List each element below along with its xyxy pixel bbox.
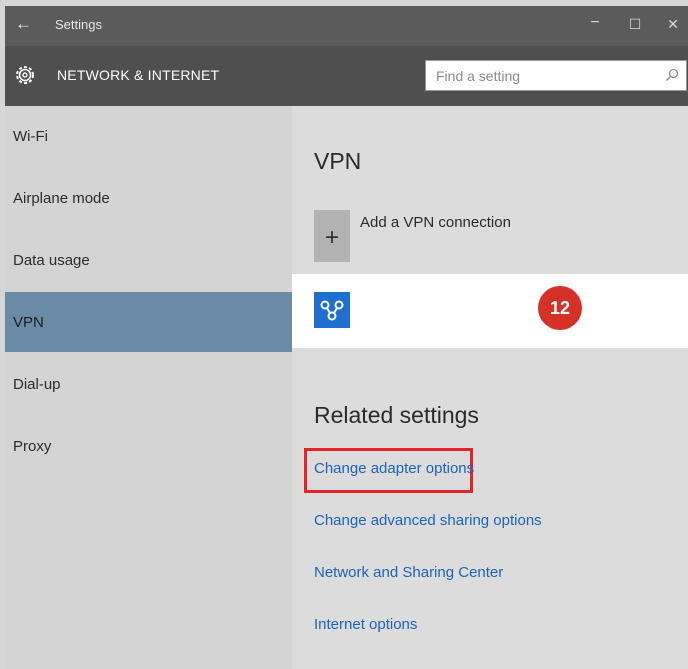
change-adapter-options-link[interactable]: Change adapter options bbox=[314, 460, 474, 477]
vpn-icon bbox=[314, 292, 350, 328]
change-advanced-sharing-link[interactable]: Change advanced sharing options bbox=[314, 512, 542, 529]
close-button[interactable]: ✕ bbox=[663, 16, 683, 33]
window-title: Settings bbox=[55, 17, 102, 32]
maximize-button[interactable]: ☐ bbox=[625, 16, 645, 33]
sidebar-item-label: Dial-up bbox=[13, 376, 61, 393]
gear-icon bbox=[16, 66, 34, 84]
sidebar-item-proxy[interactable]: Proxy bbox=[5, 416, 292, 476]
search-placeholder: Find a setting bbox=[436, 68, 521, 84]
sidebar-item-label: Airplane mode bbox=[13, 190, 110, 207]
sidebar-item-airplane-mode[interactable]: Airplane mode bbox=[5, 168, 292, 228]
network-sharing-center-link[interactable]: Network and Sharing Center bbox=[314, 564, 503, 581]
sidebar-item-label: VPN bbox=[13, 314, 44, 331]
search-input[interactable]: Find a setting bbox=[425, 60, 687, 91]
search-icon[interactable] bbox=[664, 67, 680, 83]
vpn-connection-item[interactable]: 12 bbox=[292, 274, 688, 348]
step-badge: 12 bbox=[538, 286, 582, 330]
section-title: NETWORK & INTERNET bbox=[57, 67, 220, 83]
sidebar-item-label: Proxy bbox=[13, 438, 52, 455]
main-content: VPN + Add a VPN connection 12 Related se… bbox=[292, 106, 688, 669]
related-settings-heading: Related settings bbox=[314, 402, 479, 428]
plus-icon: + bbox=[324, 224, 339, 251]
title-bar: ← Settings − ☐ ✕ bbox=[5, 6, 688, 46]
add-vpn-button[interactable]: + bbox=[314, 210, 350, 262]
settings-window: ← Settings − ☐ ✕ NETWORK & INTERNET Find… bbox=[0, 0, 688, 669]
sidebar-item-vpn[interactable]: VPN bbox=[5, 292, 292, 352]
sidebar: Wi-Fi Airplane mode Data usage VPN Dial-… bbox=[5, 106, 292, 669]
page-title: VPN bbox=[314, 148, 362, 174]
sidebar-item-label: Data usage bbox=[13, 252, 90, 269]
add-vpn-label[interactable]: Add a VPN connection bbox=[360, 214, 511, 231]
minimize-button[interactable]: − bbox=[585, 14, 605, 32]
sidebar-item-dial-up[interactable]: Dial-up bbox=[5, 354, 292, 414]
page-header: NETWORK & INTERNET Find a setting bbox=[5, 46, 688, 106]
internet-options-link[interactable]: Internet options bbox=[314, 616, 417, 633]
sidebar-item-wifi[interactable]: Wi-Fi bbox=[5, 106, 292, 166]
back-arrow-icon[interactable]: ← bbox=[15, 14, 32, 34]
sidebar-item-label: Wi-Fi bbox=[13, 128, 48, 145]
sidebar-item-data-usage[interactable]: Data usage bbox=[5, 230, 292, 290]
